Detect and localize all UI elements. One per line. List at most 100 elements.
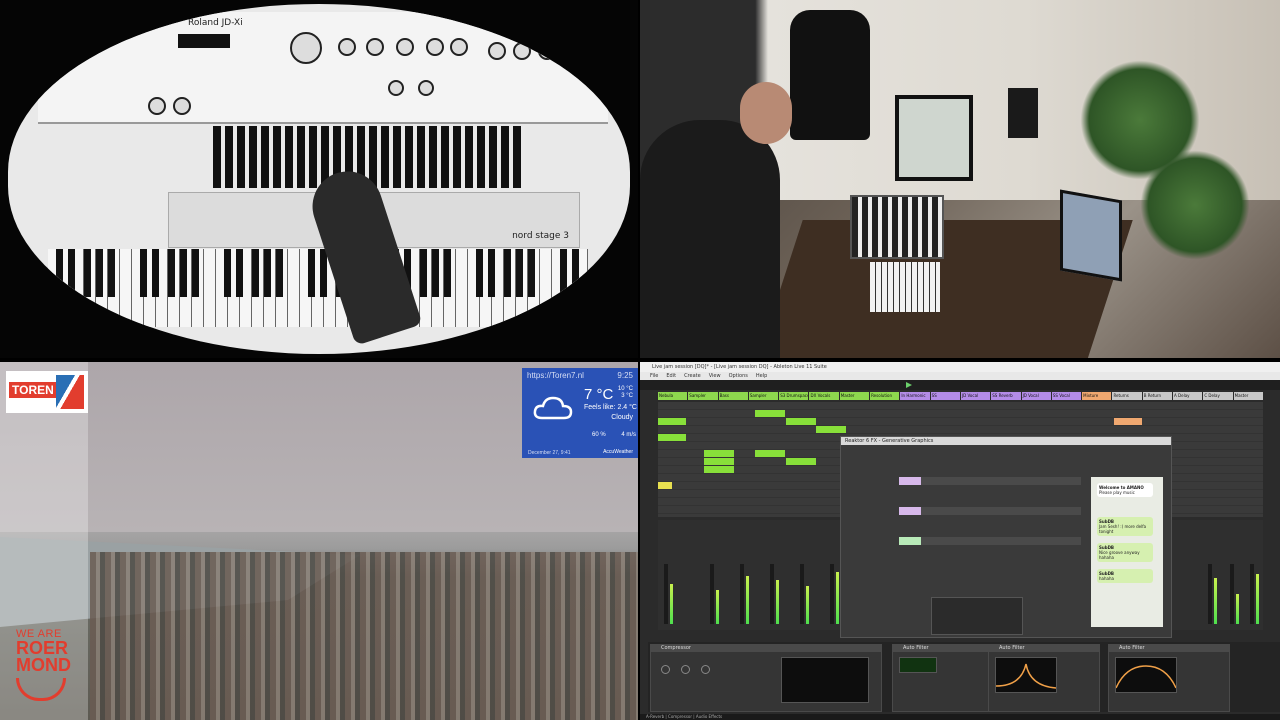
track-header[interactable]: JD Vocal [960, 392, 991, 400]
channel-meter [716, 590, 719, 624]
we-are-roermond-logo: WE ARE ROER MOND [16, 628, 76, 701]
clip-slot[interactable] [658, 418, 686, 425]
menu-bar: File Edit Create View Options Help [640, 372, 1280, 380]
channel-fader[interactable] [800, 564, 804, 624]
clip-slot[interactable] [658, 434, 686, 441]
track-header[interactable]: Resolution [870, 392, 900, 400]
track-header[interactable]: SS Vocal [1051, 392, 1082, 400]
weather-temperature: 7 °C [584, 386, 614, 403]
channel-meter [836, 572, 839, 624]
track-header[interactable]: Mixture [1082, 392, 1112, 400]
roland-synth: Roland JD-Xi [38, 12, 608, 124]
synth-knob [538, 42, 556, 60]
clip-slot[interactable] [1114, 418, 1142, 425]
track-header[interactable]: A Delay [1173, 392, 1203, 400]
device-knob[interactable] [661, 665, 670, 674]
synth-knob [290, 32, 322, 64]
device-auto-filter[interactable]: Auto Filter [988, 644, 1100, 712]
clip-slot[interactable] [786, 458, 816, 465]
synth-knob [148, 97, 166, 115]
channel-fader[interactable] [1250, 564, 1254, 624]
nord-keys [48, 249, 588, 327]
device-auto-filter[interactable]: Auto Filter [1108, 644, 1230, 712]
channel-fader[interactable] [1230, 564, 1234, 624]
window-title: Live jam session [DQ]* - [Live jam sessi… [640, 362, 1280, 372]
track-header[interactable]: Returns [1112, 392, 1142, 400]
weather-feels-like: Feels like: 2.4 °C [584, 404, 637, 411]
plugin-window[interactable]: Reaktor 6 FX - Generative Graphics Welco… [840, 436, 1172, 638]
synth-knob [450, 38, 468, 56]
toren-logo-mark [56, 375, 84, 409]
clip-slot[interactable] [816, 426, 846, 433]
device-compressor[interactable]: Compressor [650, 644, 882, 712]
clip-slot[interactable] [704, 450, 734, 457]
filter-curve [995, 657, 1057, 693]
weather-humidity: 60 % [592, 432, 606, 438]
compressor-display [781, 657, 869, 703]
device-chain: Compressor Auto Filter Auto Filter Auto … [648, 642, 1280, 712]
track-header[interactable]: SS Reverb [991, 392, 1021, 400]
synth-knob [338, 38, 356, 56]
plugin-slot[interactable] [901, 477, 1081, 485]
menu-file[interactable]: File [650, 372, 658, 380]
keyboard-camera-view: Roland JD-Xi nord stage 3 [0, 0, 638, 358]
track-header[interactable]: Sampler [688, 392, 718, 400]
plugin-tag [899, 507, 921, 515]
channel-fader[interactable] [770, 564, 774, 624]
channel-fader[interactable] [710, 564, 714, 624]
menu-edit[interactable]: Edit [666, 372, 676, 380]
synth-display [178, 34, 230, 48]
track-header[interactable]: C Delay [1203, 392, 1233, 400]
device-knob[interactable] [701, 665, 710, 674]
clip-slot[interactable] [755, 450, 785, 457]
weather-stats: 60 % 4 m/s [592, 432, 636, 438]
clip-slot[interactable] [786, 418, 816, 425]
synth-knob [173, 97, 191, 115]
track-header[interactable]: JD Vocal [1021, 392, 1051, 400]
channel-fader[interactable] [740, 564, 744, 624]
roermond-line3: MOND [16, 655, 71, 675]
device-knob[interactable] [681, 665, 690, 674]
chat-text: Nice groove anyway hahaha [1099, 550, 1140, 560]
track-header[interactable]: SS [930, 392, 960, 400]
cloud-icon [533, 396, 573, 420]
synth-knob [513, 42, 531, 60]
plugin-slot[interactable] [901, 537, 1081, 545]
synth-knob [366, 38, 384, 56]
track-header[interactable]: Master [1233, 392, 1263, 400]
synth-knob [418, 80, 434, 96]
track-header[interactable]: Bass [718, 392, 748, 400]
menu-help[interactable]: Help [756, 372, 767, 380]
channel-meter [776, 580, 779, 624]
track-header[interactable]: B Return [1142, 392, 1173, 400]
clip-slot[interactable] [658, 482, 672, 489]
clip-slot[interactable] [704, 458, 734, 465]
device-name: Auto Filter [893, 645, 1003, 652]
studio-monitor [895, 95, 973, 181]
track-header[interactable]: In Harmonic [900, 392, 930, 400]
channel-fader[interactable] [664, 564, 668, 624]
plugin-slot[interactable] [901, 507, 1081, 515]
clip-slot[interactable] [755, 410, 785, 417]
track-header[interactable]: Master [839, 392, 870, 400]
track-header[interactable]: S3 Drumspace [779, 392, 809, 400]
filter-curve [1115, 657, 1177, 693]
weather-time: 9:25 [617, 371, 633, 380]
chat-message: SubDB Jam Sesh! :) more delfa tonight [1097, 517, 1153, 536]
track-header[interactable]: DX Vocals [809, 392, 839, 400]
menu-view[interactable]: View [709, 372, 721, 380]
channel-fader[interactable] [830, 564, 834, 624]
clip-slot[interactable] [704, 466, 734, 473]
chat-panel: Welcome to AMANO Please play music SubDB… [1091, 477, 1163, 627]
track-header[interactable]: Nebula [658, 392, 688, 400]
menu-options[interactable]: Options [729, 372, 748, 380]
device-name: Auto Filter [1109, 645, 1229, 652]
channel-meter [1256, 574, 1259, 624]
play-icon[interactable] [906, 382, 912, 388]
menu-create[interactable]: Create [684, 372, 701, 380]
chat-message: SubDB Nice groove anyway hahaha [1097, 543, 1153, 562]
channel-fader[interactable] [1208, 564, 1212, 624]
chat-message: SubDB hahaha [1097, 569, 1153, 583]
chat-text: Please play music [1099, 490, 1135, 495]
track-header[interactable]: Sampler [748, 392, 779, 400]
